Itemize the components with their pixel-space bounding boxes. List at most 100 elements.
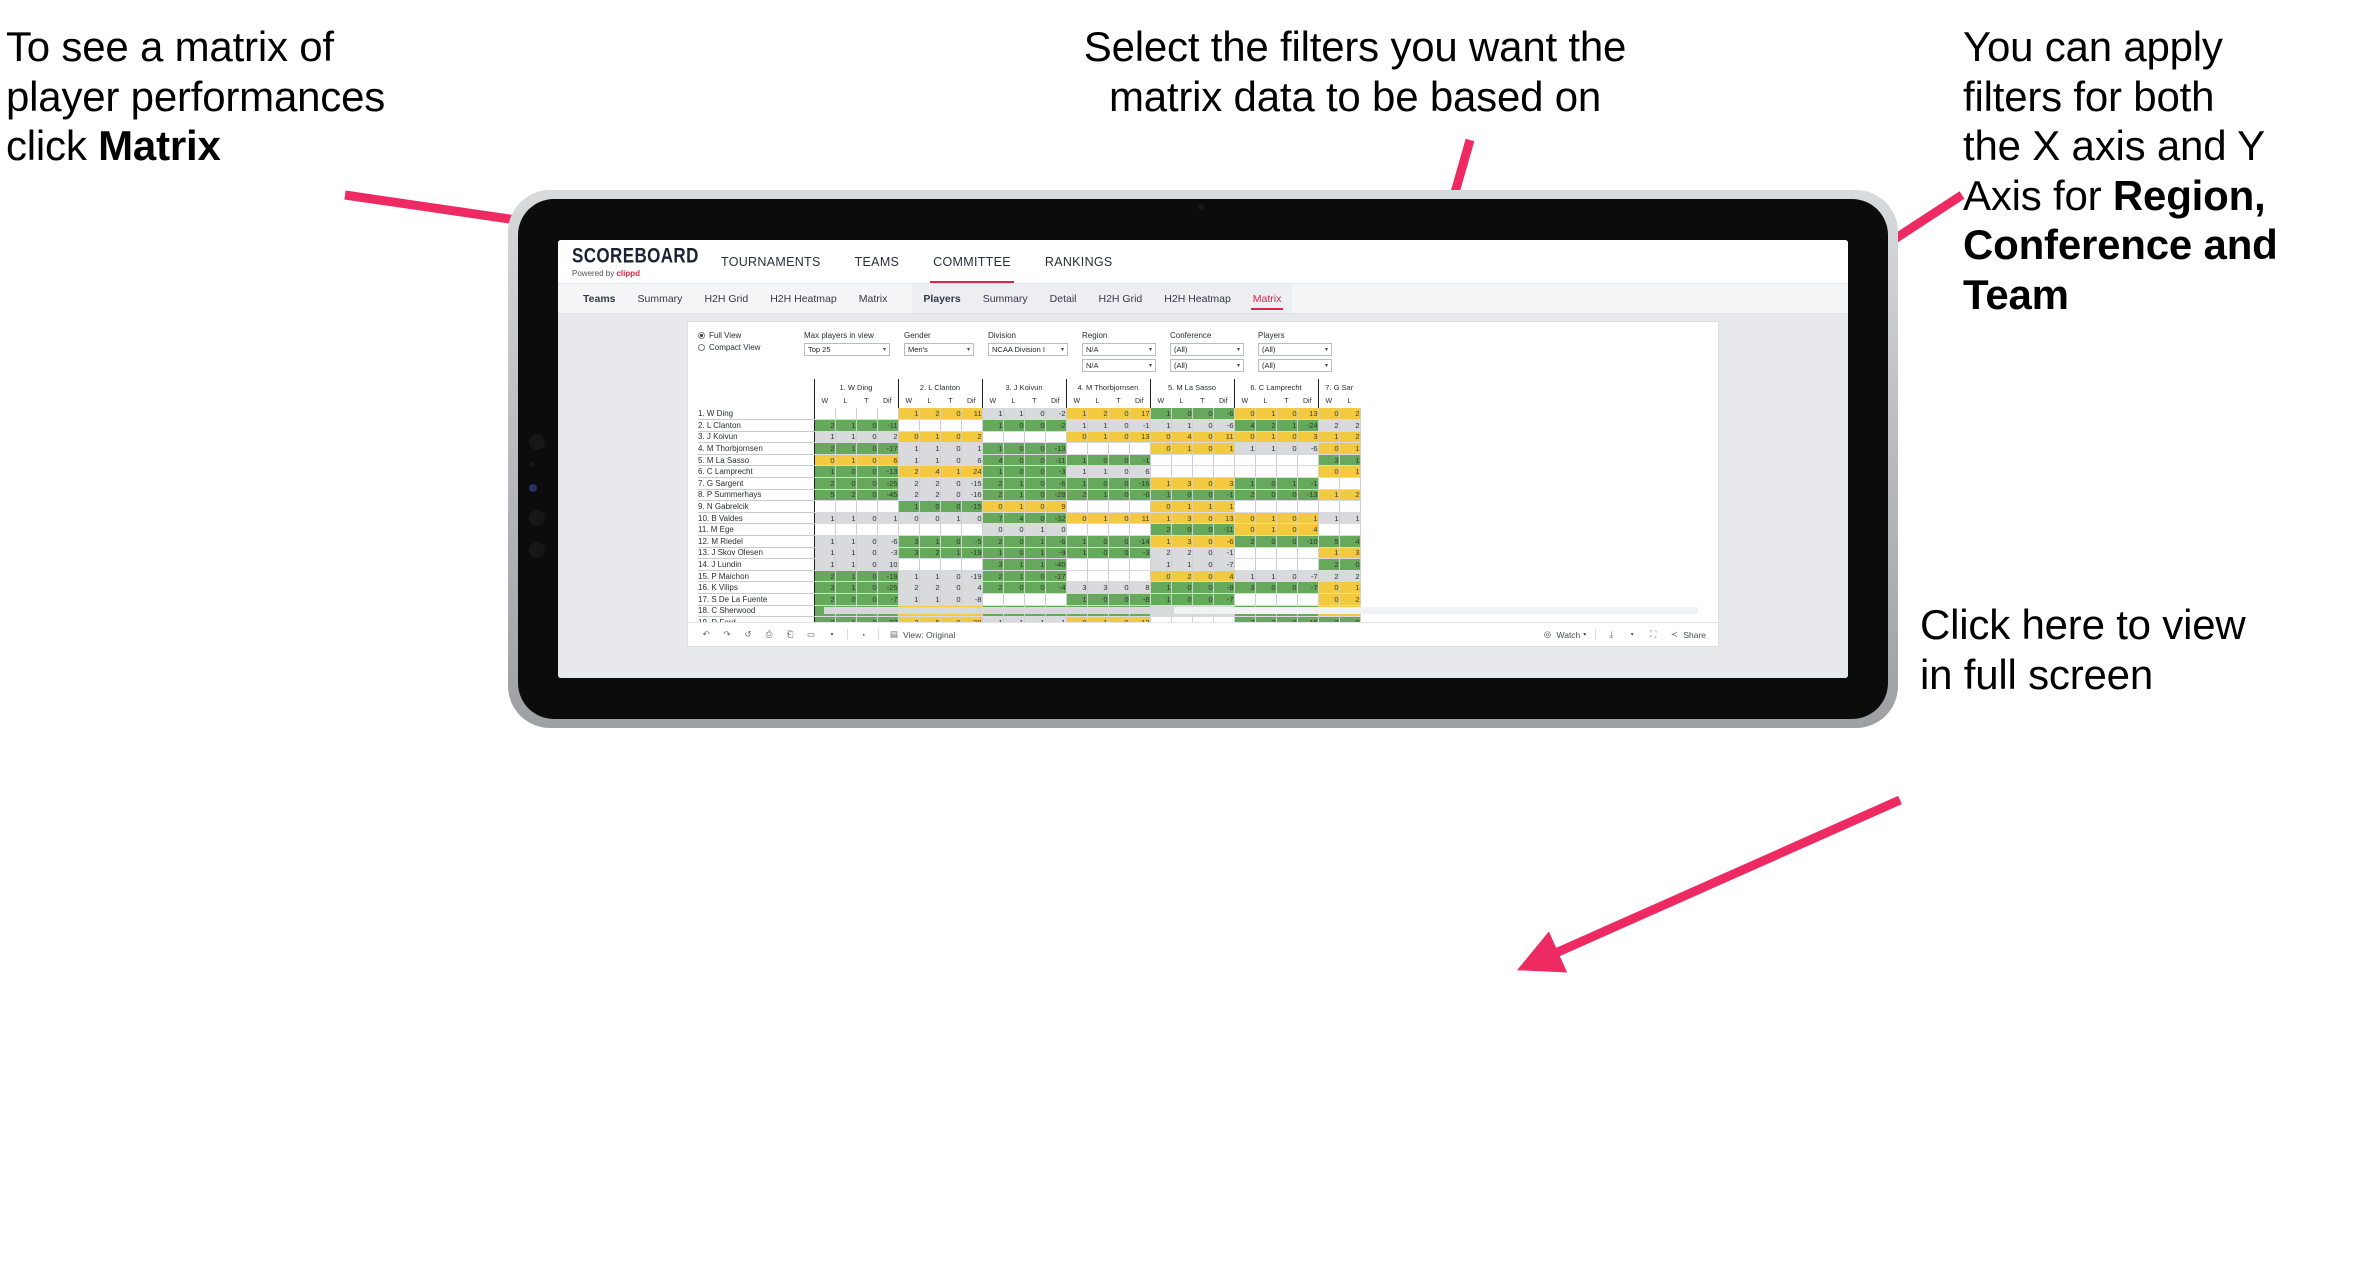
matrix-cell[interactable]: 1 — [1003, 477, 1025, 490]
matrix-cell[interactable]: 1 — [919, 442, 941, 455]
matrix-cell[interactable]: 1 — [1149, 593, 1172, 606]
matrix-cell[interactable]: 1 — [1339, 512, 1361, 525]
download-icon[interactable]: ⤓ — [1605, 629, 1617, 641]
subnav-players-h2h-heatmap[interactable]: H2H Heatmap — [1153, 284, 1242, 313]
matrix-cell[interactable]: 1 — [919, 593, 941, 606]
matrix-cell[interactable]: 1 — [897, 570, 920, 583]
matrix-cell[interactable]: 2 — [1255, 616, 1277, 622]
matrix-cell[interactable]: 0 — [1255, 477, 1277, 490]
matrix-cell[interactable]: 1 — [1003, 408, 1025, 421]
matrix-cell[interactable] — [1255, 500, 1277, 513]
matrix-cell[interactable] — [1171, 465, 1193, 479]
matrix-cell[interactable]: 0 — [1276, 535, 1298, 548]
matrix-cell[interactable]: 1 — [1171, 500, 1193, 513]
matrix-cell[interactable] — [1024, 431, 1046, 444]
pause-refresh-icon[interactable]: ⎙ — [763, 629, 775, 641]
matrix-cell[interactable] — [1233, 547, 1256, 560]
matrix-cell[interactable]: 0 — [856, 489, 878, 502]
matrix-cell[interactable]: 1 — [813, 547, 836, 560]
matrix-cell[interactable]: 1 — [1255, 523, 1277, 537]
table-row[interactable]: 19. D Ford210-27250-20111-101013320-1620 — [698, 616, 1361, 622]
watch-button[interactable]: ◎ Watch ▾ — [1542, 629, 1587, 641]
matrix-cell[interactable]: 1 — [1149, 512, 1172, 525]
matrix-cell[interactable] — [1108, 500, 1130, 513]
matrix-cell[interactable] — [1233, 558, 1256, 571]
matrix-cell[interactable]: 0 — [856, 477, 878, 490]
matrix-cell[interactable]: 0 — [1192, 570, 1214, 583]
matrix-cell[interactable]: 0 — [961, 512, 983, 525]
matrix-cell[interactable] — [981, 593, 1004, 606]
table-row[interactable]: 11. M Ege 0 0 1 0 2 0 0 -11 0 1 0 4 — [698, 523, 1361, 537]
matrix-cell[interactable]: 0 — [1233, 408, 1256, 421]
matrix-cell[interactable]: -1 — [1045, 616, 1067, 622]
matrix-cell[interactable] — [897, 419, 920, 432]
matrix-cell[interactable]: 3 — [1213, 477, 1235, 490]
matrix-cell[interactable]: 0 — [1108, 512, 1130, 525]
matrix-cell[interactable]: 0 — [897, 512, 920, 525]
matrix-cell[interactable]: 3 — [1233, 616, 1256, 622]
subnav-teams-summary[interactable]: Summary — [627, 284, 694, 313]
matrix-cell[interactable] — [1129, 500, 1151, 513]
matrix-cell[interactable] — [1297, 465, 1319, 479]
matrix-cell[interactable]: 3 — [1171, 512, 1193, 525]
matrix-cell[interactable]: -16 — [1297, 616, 1319, 622]
matrix-cell[interactable]: 0 — [1108, 489, 1130, 502]
matrix-cell[interactable]: 1 — [919, 454, 941, 467]
matrix-cell[interactable]: 4 — [1171, 431, 1193, 444]
matrix-cell[interactable]: -6 — [1213, 535, 1235, 548]
matrix-cell[interactable]: 13 — [1213, 512, 1235, 525]
matrix-cell[interactable] — [1149, 465, 1172, 479]
matrix-cell[interactable] — [1171, 454, 1193, 467]
matrix-cell[interactable]: 0 — [1192, 408, 1214, 421]
filter-select-region-2[interactable]: N/A ▾ — [1082, 359, 1156, 372]
matrix-cell[interactable]: 0 — [940, 431, 962, 444]
matrix-cell[interactable]: 1 — [1024, 558, 1046, 571]
matrix-cell[interactable]: 11 — [1213, 431, 1235, 444]
matrix-cell[interactable]: 3 — [1317, 454, 1340, 467]
scrollbar-thumb[interactable] — [824, 607, 1174, 614]
matrix-cell[interactable]: 2 — [813, 570, 836, 583]
matrix-cell[interactable]: 1 — [919, 431, 941, 444]
matrix-cell[interactable] — [1255, 547, 1277, 560]
table-row[interactable]: 15. P Maichon 2 1 0 -19 1 1 0 -19 2 1 0 -17 0 2 0 4 1 1 0 -7… — [698, 570, 1361, 583]
matrix-cell[interactable]: 1 — [1213, 500, 1235, 513]
matrix-cell[interactable]: 0 — [1003, 442, 1025, 455]
matrix-cell[interactable]: 0 — [940, 500, 962, 513]
matrix-cell[interactable]: 0 — [1024, 465, 1046, 479]
matrix-cell[interactable]: -16 — [1129, 477, 1151, 490]
matrix-cell[interactable]: 3 — [1087, 581, 1109, 594]
matrix-cell[interactable]: 1 — [1317, 431, 1340, 444]
matrix-cell[interactable]: 2 — [1171, 570, 1193, 583]
matrix-cell[interactable]: 1 — [1255, 431, 1277, 444]
matrix-cell[interactable]: 0 — [1192, 489, 1214, 502]
matrix-cell[interactable] — [856, 408, 878, 421]
matrix-cell[interactable]: 0 — [1317, 581, 1340, 594]
subnav-teams-h2h-heatmap[interactable]: H2H Heatmap — [759, 284, 848, 313]
matrix-cell[interactable]: 2 — [1149, 547, 1172, 560]
matrix-cell[interactable]: 0 — [1024, 581, 1046, 594]
matrix-cell[interactable] — [1192, 454, 1214, 467]
matrix-cell[interactable] — [835, 500, 857, 513]
matrix-cell[interactable] — [1149, 454, 1172, 467]
matrix-cell[interactable]: 1 — [1065, 477, 1088, 490]
matrix-cell[interactable]: 1 — [1255, 512, 1277, 525]
matrix-cell[interactable]: 2 — [1339, 489, 1361, 502]
matrix-cell[interactable]: 1 — [1065, 547, 1088, 560]
filter-select-conference[interactable]: (All) ▾ — [1170, 343, 1244, 356]
matrix-cell[interactable]: 0 — [897, 431, 920, 444]
matrix-cell[interactable]: 2 — [813, 442, 836, 455]
matrix-cell[interactable]: 0 — [1024, 419, 1046, 432]
subnav-teams-h2h-grid[interactable]: H2H Grid — [693, 284, 759, 313]
matrix-cell[interactable]: 2 — [1255, 419, 1277, 432]
matrix-cell[interactable]: 11 — [1129, 512, 1151, 525]
table-row[interactable]: 7. G Sargent 2 0 0 -25 2 2 0 -15 2 1 0 -6 1 0 0 -16 1 3 0 3 1… — [698, 477, 1361, 490]
matrix-cell[interactable]: 2 — [897, 465, 920, 479]
app-logo[interactable]: SCOREBOARD Powered by clippd — [572, 245, 698, 278]
matrix-cell[interactable]: 0 — [1108, 593, 1130, 606]
matrix-cell[interactable]: 8 — [1129, 581, 1151, 594]
matrix-cell[interactable]: 0 — [856, 442, 878, 455]
matrix-cell[interactable]: 5 — [1317, 535, 1340, 548]
matrix-cell[interactable]: 2 — [1065, 489, 1088, 502]
matrix-cell[interactable]: -7 — [1297, 570, 1319, 583]
matrix-cell[interactable]: 1 — [835, 581, 857, 594]
